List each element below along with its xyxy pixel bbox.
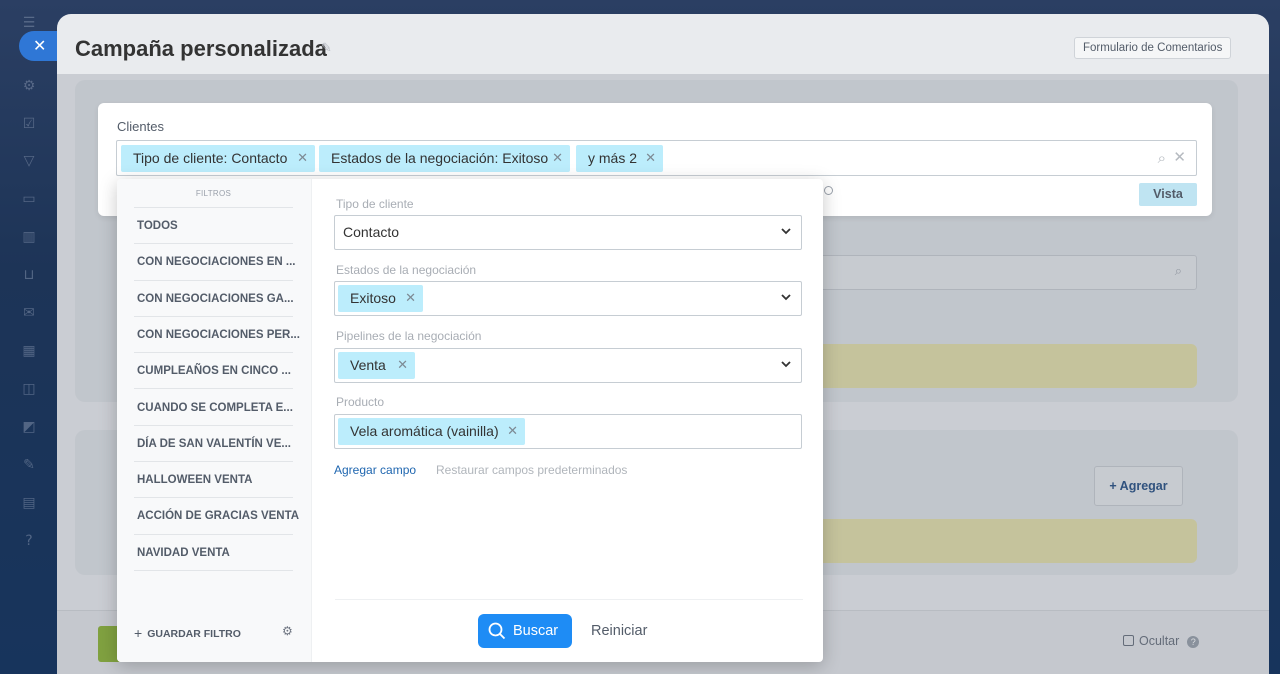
filter-chip-more[interactable]: y más 2 ✕: [576, 145, 663, 172]
clients-search-box[interactable]: Tipo de cliente: Contacto ✕ Estados de la…: [116, 140, 1197, 176]
pen-icon[interactable]: ✎: [20, 456, 38, 474]
feedback-form-button[interactable]: Formulario de Comentarios: [1074, 37, 1232, 59]
filter-chip-deal-status[interactable]: Estados de la negociación: Exitoso ✕: [319, 145, 570, 172]
divider: [335, 599, 803, 600]
preset-item[interactable]: CUMPLEAÑOS EN CINCO ...: [134, 353, 293, 390]
storage-icon[interactable]: ◫: [20, 380, 38, 398]
preset-item[interactable]: CON NEGOCIACIONES PER...: [134, 317, 300, 354]
edit-title-icon[interactable]: ✎: [321, 41, 332, 56]
deal-pipeline-select[interactable]: Venta ✕: [334, 348, 802, 383]
hide-checkbox[interactable]: Ocultar?: [1123, 634, 1200, 648]
remove-chip-icon[interactable]: ✕: [397, 352, 408, 379]
deal-status-label: Estados de la negociación: [336, 263, 477, 277]
tasks-icon[interactable]: ☑: [20, 115, 38, 133]
preset-item[interactable]: CUANDO SE COMPLETA E...: [134, 390, 293, 426]
background-notice: [811, 344, 1197, 388]
search-icon[interactable]: ⌕: [1158, 149, 1166, 167]
plus-icon: +: [134, 625, 143, 641]
chevron-down-icon: [781, 294, 791, 301]
background-search-field: ⌕: [811, 255, 1197, 290]
search-icon: [488, 622, 506, 640]
filter-chip-client-type[interactable]: Tipo de cliente: Contacto ✕: [121, 145, 315, 172]
gear-icon[interactable]: ⚙: [282, 624, 293, 638]
remove-chip-icon[interactable]: ✕: [645, 145, 656, 172]
client-type-select[interactable]: Contacto: [334, 215, 802, 250]
chip-label: Tipo de cliente: Contacto: [133, 150, 288, 166]
chevron-down-icon: [781, 228, 791, 235]
help-icon[interactable]: ?: [20, 532, 38, 550]
chip-label: Venta: [350, 357, 386, 373]
deal-pipeline-label: Pipelines de la negociación: [336, 329, 482, 343]
deal-status-select[interactable]: Exitoso ✕: [334, 281, 802, 316]
product-label: Producto: [336, 395, 385, 409]
product-chip[interactable]: Vela aromática (vainilla) ✕: [338, 418, 525, 445]
preset-item[interactable]: CON NEGOCIACIONES GA...: [134, 281, 294, 317]
deal-status-chip[interactable]: Exitoso ✕: [338, 285, 423, 312]
search-button[interactable]: Buscar: [478, 614, 572, 648]
search-icon: ⌕: [1174, 264, 1182, 279]
save-filter-label: GUARDAR FILTRO: [147, 628, 241, 640]
preset-item[interactable]: ACCIÓN DE GRACIAS VENTA: [134, 498, 299, 535]
filters-heading: FILTROS: [134, 179, 293, 208]
save-filter-button[interactable]: + GUARDAR FILTRO: [134, 625, 241, 641]
remove-chip-icon[interactable]: ✕: [405, 285, 416, 312]
add-button[interactable]: + Agregar: [1094, 466, 1183, 506]
app-rail: ☰ ✕ ⚙ ☑ ▽ ▭ ▥ ⊔ ✉ ▦ ◫ ◩ ✎ ▤ ?: [0, 0, 63, 674]
chip-label: Exitoso: [350, 290, 396, 306]
clear-search-icon[interactable]: ✕: [1173, 148, 1186, 166]
remove-chip-icon[interactable]: ✕: [507, 418, 518, 445]
remove-chip-icon[interactable]: ✕: [552, 145, 563, 172]
add-field-link[interactable]: Agregar campo: [334, 463, 416, 477]
document-icon[interactable]: ▤: [20, 494, 38, 512]
chip-label: Estados de la negociación: Exitoso: [331, 150, 549, 166]
background-notice-2: [811, 519, 1197, 563]
preset-item[interactable]: CON NEGOCIACIONES EN ...: [134, 244, 295, 281]
reset-button[interactable]: Reiniciar: [591, 623, 647, 639]
client-type-value: Contacto: [343, 224, 400, 240]
client-type-label: Tipo de cliente: [336, 197, 414, 211]
deal-pipeline-chip[interactable]: Venta ✕: [338, 352, 415, 379]
marketing-icon[interactable]: ◩: [20, 418, 38, 436]
preset-item[interactable]: HALLOWEEN VENTA: [134, 462, 293, 499]
radio-indicator: [824, 186, 833, 195]
search-button-label: Buscar: [513, 623, 559, 639]
close-icon: ✕: [33, 36, 47, 55]
product-field[interactable]: Vela aromática (vainilla) ✕: [334, 414, 802, 449]
preset-item[interactable]: DÍA DE SAN VALENTÍN VE...: [134, 426, 293, 463]
page-title: Campaña personalizada: [75, 36, 327, 61]
restore-fields-link[interactable]: Restaurar campos predeterminados: [436, 463, 627, 477]
chip-label: Vela aromática (vainilla): [350, 423, 499, 439]
help-icon[interactable]: ?: [1187, 636, 1200, 648]
mail-icon[interactable]: ✉: [20, 304, 38, 322]
inbox-icon[interactable]: ▭: [20, 190, 38, 208]
preset-item[interactable]: NAVIDAD VENTA: [134, 535, 293, 571]
preset-item[interactable]: TODOS: [134, 208, 293, 245]
menu-icon[interactable]: ☰: [20, 14, 38, 32]
calendar-icon[interactable]: ▦: [20, 342, 38, 360]
filter-popup: FILTROS TODOS CON NEGOCIACIONES EN ... C…: [117, 179, 823, 662]
hide-label: Ocultar: [1139, 634, 1180, 648]
cart-icon[interactable]: ⊔: [20, 266, 38, 284]
chevron-down-icon: [781, 361, 791, 368]
filter-icon[interactable]: ▽: [20, 152, 38, 170]
view-button[interactable]: Vista: [1139, 183, 1197, 206]
chart-icon[interactable]: ▥: [20, 228, 38, 246]
chip-label: y más 2: [588, 150, 638, 166]
clients-label: Clientes: [117, 119, 164, 134]
checkbox-box[interactable]: [1123, 635, 1134, 646]
filter-presets-sidebar: FILTROS TODOS CON NEGOCIACIONES EN ... C…: [117, 179, 312, 662]
puzzle-icon[interactable]: ⚙: [20, 77, 38, 95]
remove-chip-icon[interactable]: ✕: [297, 145, 308, 172]
